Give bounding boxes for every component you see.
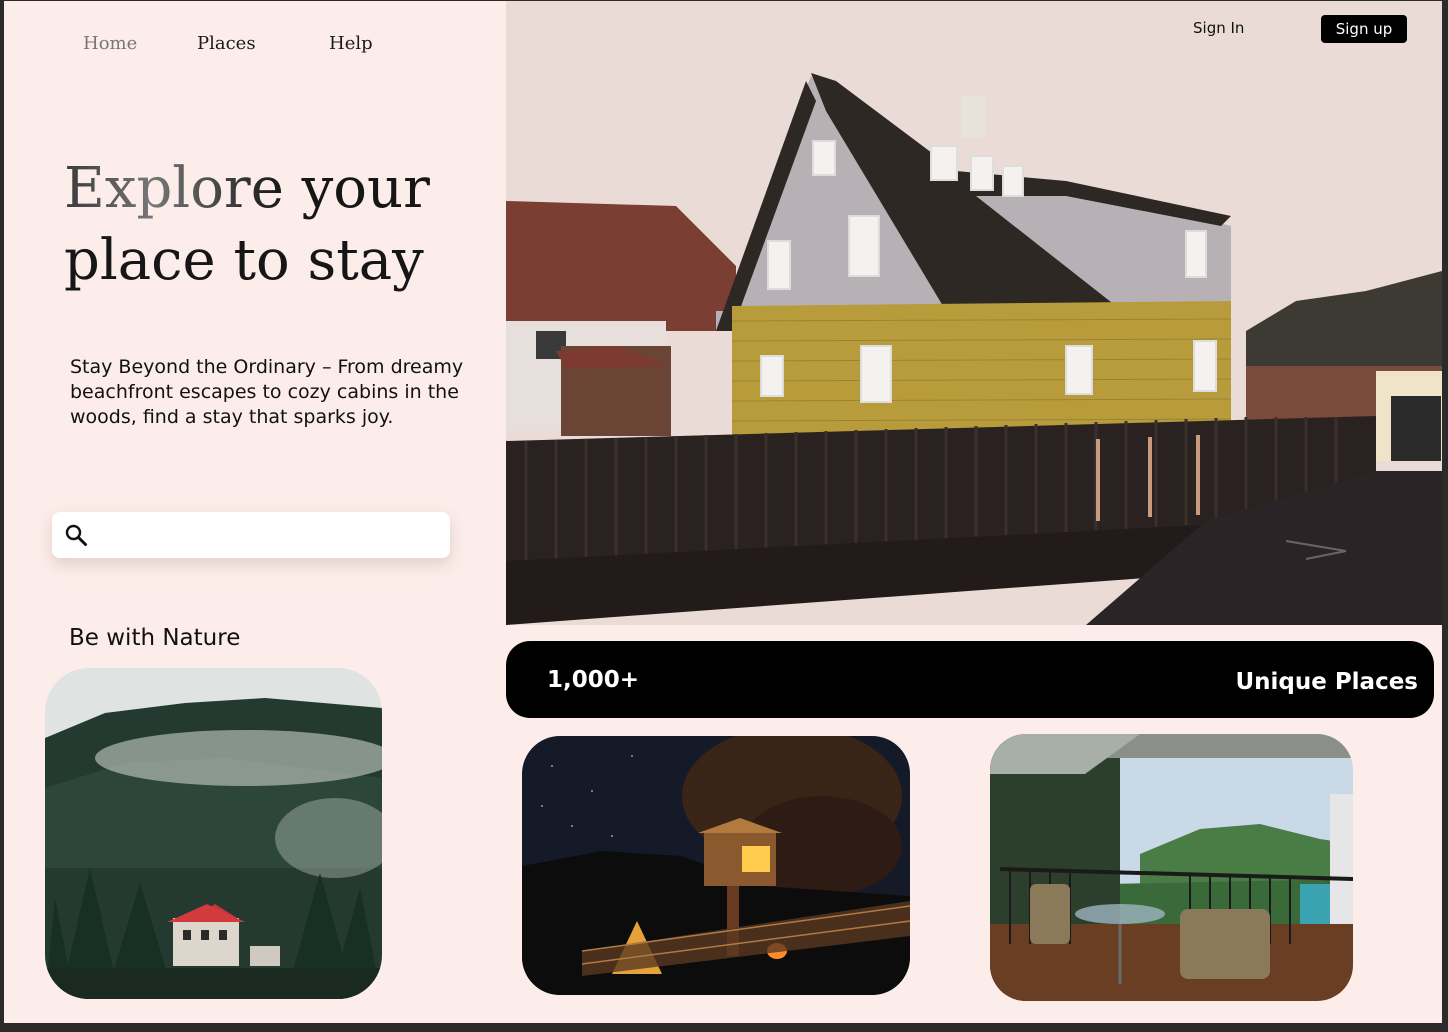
search-icon[interactable] bbox=[64, 523, 88, 547]
nav-places-link[interactable]: Places bbox=[197, 33, 256, 54]
nav-help-link[interactable]: Help bbox=[329, 33, 373, 54]
stats-label: Unique Places bbox=[1235, 669, 1418, 695]
stats-count: 1,000+ bbox=[547, 667, 640, 693]
hero-title-emphasis: Explore bbox=[64, 156, 284, 221]
search-bar[interactable] bbox=[52, 512, 450, 558]
nature-section-title: Be with Nature bbox=[69, 625, 241, 651]
hero-house-image bbox=[506, 1, 1442, 625]
treehouse-image[interactable] bbox=[522, 736, 910, 995]
hero-title-line1: your bbox=[283, 156, 430, 221]
forest-cabin-image[interactable] bbox=[45, 668, 382, 999]
stats-banner: 1,000+ Unique Places bbox=[506, 641, 1434, 718]
hero-tagline: Stay Beyond the Ordinary – From dreamy b… bbox=[70, 356, 464, 428]
sign-up-button[interactable]: Sign up bbox=[1321, 15, 1407, 43]
hero-title: Explore your place to stay bbox=[64, 153, 484, 297]
search-input[interactable] bbox=[98, 520, 442, 552]
nav-home-link[interactable]: Home bbox=[83, 33, 137, 54]
hero-title-line2: place to stay bbox=[64, 228, 424, 293]
page: Home Places Help Sign In Sign up Explore… bbox=[4, 1, 1442, 1023]
balcony-view-image[interactable] bbox=[990, 734, 1353, 1001]
sign-in-link[interactable]: Sign In bbox=[1193, 19, 1244, 37]
